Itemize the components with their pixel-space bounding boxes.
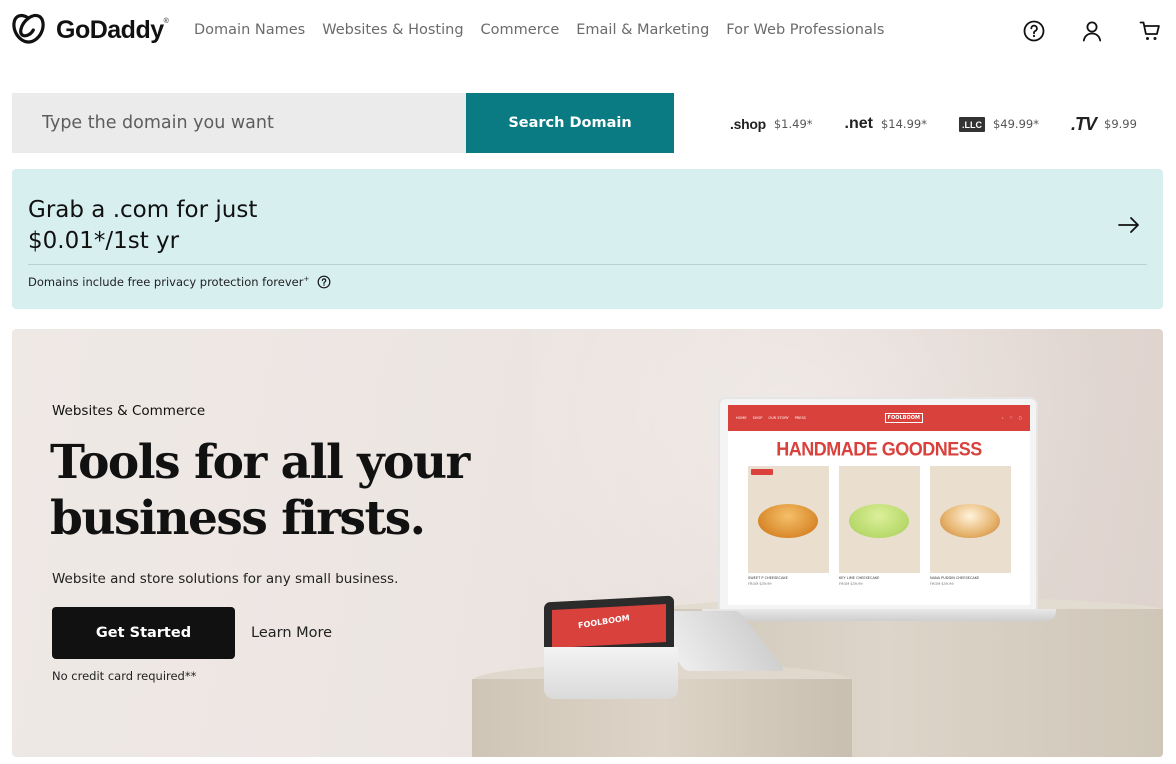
mockup-product-price: FROM $39.99 — [839, 582, 863, 586]
nav-websites-hosting[interactable]: Websites & Hosting — [322, 22, 463, 38]
nav-domain-names[interactable]: Domain Names — [194, 22, 305, 38]
pos-terminal-display: FOOLBOOM — [552, 604, 666, 648]
tld-tv-price: $9.99 — [1104, 117, 1137, 131]
tld-shop[interactable]: .shop $1.49* — [730, 116, 829, 132]
learn-more-link[interactable]: Learn More — [251, 625, 332, 641]
cheesecake-image — [748, 466, 829, 573]
hero-eyebrow: Websites & Commerce — [52, 403, 206, 419]
trademark-mark: ® — [163, 17, 169, 25]
site-header: GoDaddy® Domain Names Websites & Hosting… — [0, 0, 1176, 64]
mockup-headline: HANDMADE GOODNESS — [776, 437, 982, 460]
tld-tv-logo: .TV — [1070, 113, 1097, 134]
mockup-product-price: FROM $39.99 — [748, 582, 772, 586]
cheesecake-image — [839, 466, 920, 573]
domain-search-input[interactable] — [12, 93, 466, 153]
mockup-nav-item: HOME — [736, 416, 747, 420]
com-promo-banner[interactable]: Grab a .com for just $0.01*/1st yr Domai… — [12, 169, 1163, 309]
cake-shape — [758, 504, 818, 538]
tld-tv[interactable]: .TV $9.99 — [1071, 114, 1153, 135]
search-domain-button[interactable]: Search Domain — [466, 93, 674, 153]
mockup-product: SWEET P CHEESECAKE FROM $39.99 — [748, 466, 829, 586]
mockup-nav-item: PRESS — [794, 416, 806, 420]
nav-commerce[interactable]: Commerce — [481, 22, 560, 38]
mockup-logo: FOOLBOOM — [884, 413, 923, 423]
mockup-product-name: NANA PUDDIN CHEESECAKE — [930, 576, 980, 580]
mockup-site-nav: HOME SHOP OUR STORY PRESS — [736, 416, 806, 420]
mockup-product-name: KEY LIME CHEESECAKE — [839, 576, 880, 580]
account-icon[interactable] — [1080, 19, 1104, 43]
mockup-product-price: FROM $39.99 — [930, 582, 954, 586]
tld-llc-price: $49.99* — [992, 117, 1039, 131]
nav-web-professionals[interactable]: For Web Professionals — [726, 22, 884, 38]
pos-terminal-body — [544, 647, 678, 699]
godaddy-logo-icon — [12, 13, 45, 44]
tld-net-logo: .net — [844, 115, 873, 132]
cart-icon[interactable] — [1138, 19, 1162, 43]
tld-shop-logo: .shop — [730, 116, 766, 132]
promo-divider — [28, 264, 1147, 265]
promo-title: Grab a .com for just $0.01*/1st yr — [28, 197, 258, 254]
privacy-note-mark: + — [303, 275, 310, 284]
privacy-note: Domains include free privacy protection … — [28, 275, 331, 289]
mockup-product-name: SWEET P CHEESECAKE — [748, 576, 788, 580]
mockup-product: KEY LIME CHEESECAKE FROM $39.99 — [839, 466, 920, 586]
mockup-product: NANA PUDDIN CHEESECAKE FROM $39.99 — [930, 466, 1011, 586]
tld-net-price: $14.99* — [880, 117, 927, 131]
tld-shop-price: $1.49* — [773, 117, 813, 131]
pos-terminal-logo: FOOLBOOM — [577, 613, 631, 631]
laptop-mockup: HOME SHOP OUR STORY PRESS FOOLBOOM ⌕ ♡ ▢ H… — [718, 397, 1038, 612]
laptop-base — [702, 609, 1056, 621]
mockup-nav-item: OUR STORY — [768, 416, 789, 420]
help-icon[interactable] — [1022, 19, 1046, 43]
nav-email-marketing[interactable]: Email & Marketing — [576, 22, 709, 38]
product-tag — [751, 469, 773, 475]
godaddy-logo[interactable]: GoDaddy® — [12, 12, 169, 48]
get-started-button[interactable]: Get Started — [52, 607, 235, 659]
mockup-site-header: HOME SHOP OUR STORY PRESS FOOLBOOM ⌕ ♡ ▢ — [728, 405, 1030, 431]
cake-shape — [940, 504, 1000, 538]
main-nav: Domain Names Websites & Hosting Commerce… — [194, 22, 901, 38]
info-question-icon[interactable] — [317, 275, 331, 289]
privacy-note-text: Domains include free privacy protection … — [28, 275, 304, 289]
arrow-right-icon[interactable] — [1117, 213, 1141, 237]
hero-subtitle: Website and store solutions for any smal… — [52, 571, 399, 587]
cheesecake-image — [930, 466, 1011, 573]
tld-price-list: .shop $1.49* .net $14.99* .LLC $49.99* .… — [714, 112, 1153, 136]
header-actions — [1022, 19, 1162, 43]
tld-llc-logo: .LLC — [958, 116, 985, 132]
cake-shape — [849, 504, 909, 538]
hero-section: Websites & Commerce Tools for all your b… — [12, 329, 1163, 757]
no-credit-card-note: No credit card required** — [52, 669, 197, 683]
tld-net[interactable]: .net $14.99* — [845, 115, 943, 133]
hero-title: Tools for all your business firsts. — [50, 435, 470, 546]
laptop-screen: HOME SHOP OUR STORY PRESS FOOLBOOM ⌕ ♡ ▢ H… — [728, 405, 1030, 605]
mockup-nav-item: SHOP — [752, 416, 763, 420]
tld-llc[interactable]: .LLC $49.99* — [958, 116, 1055, 132]
mockup-cart-icons: ⌕ ♡ ▢ — [1001, 416, 1022, 420]
logo-wordmark: GoDaddy — [56, 15, 164, 44]
mockup-product-grid: SWEET P CHEESECAKE FROM $39.99 KEY LIME … — [748, 466, 1030, 586]
